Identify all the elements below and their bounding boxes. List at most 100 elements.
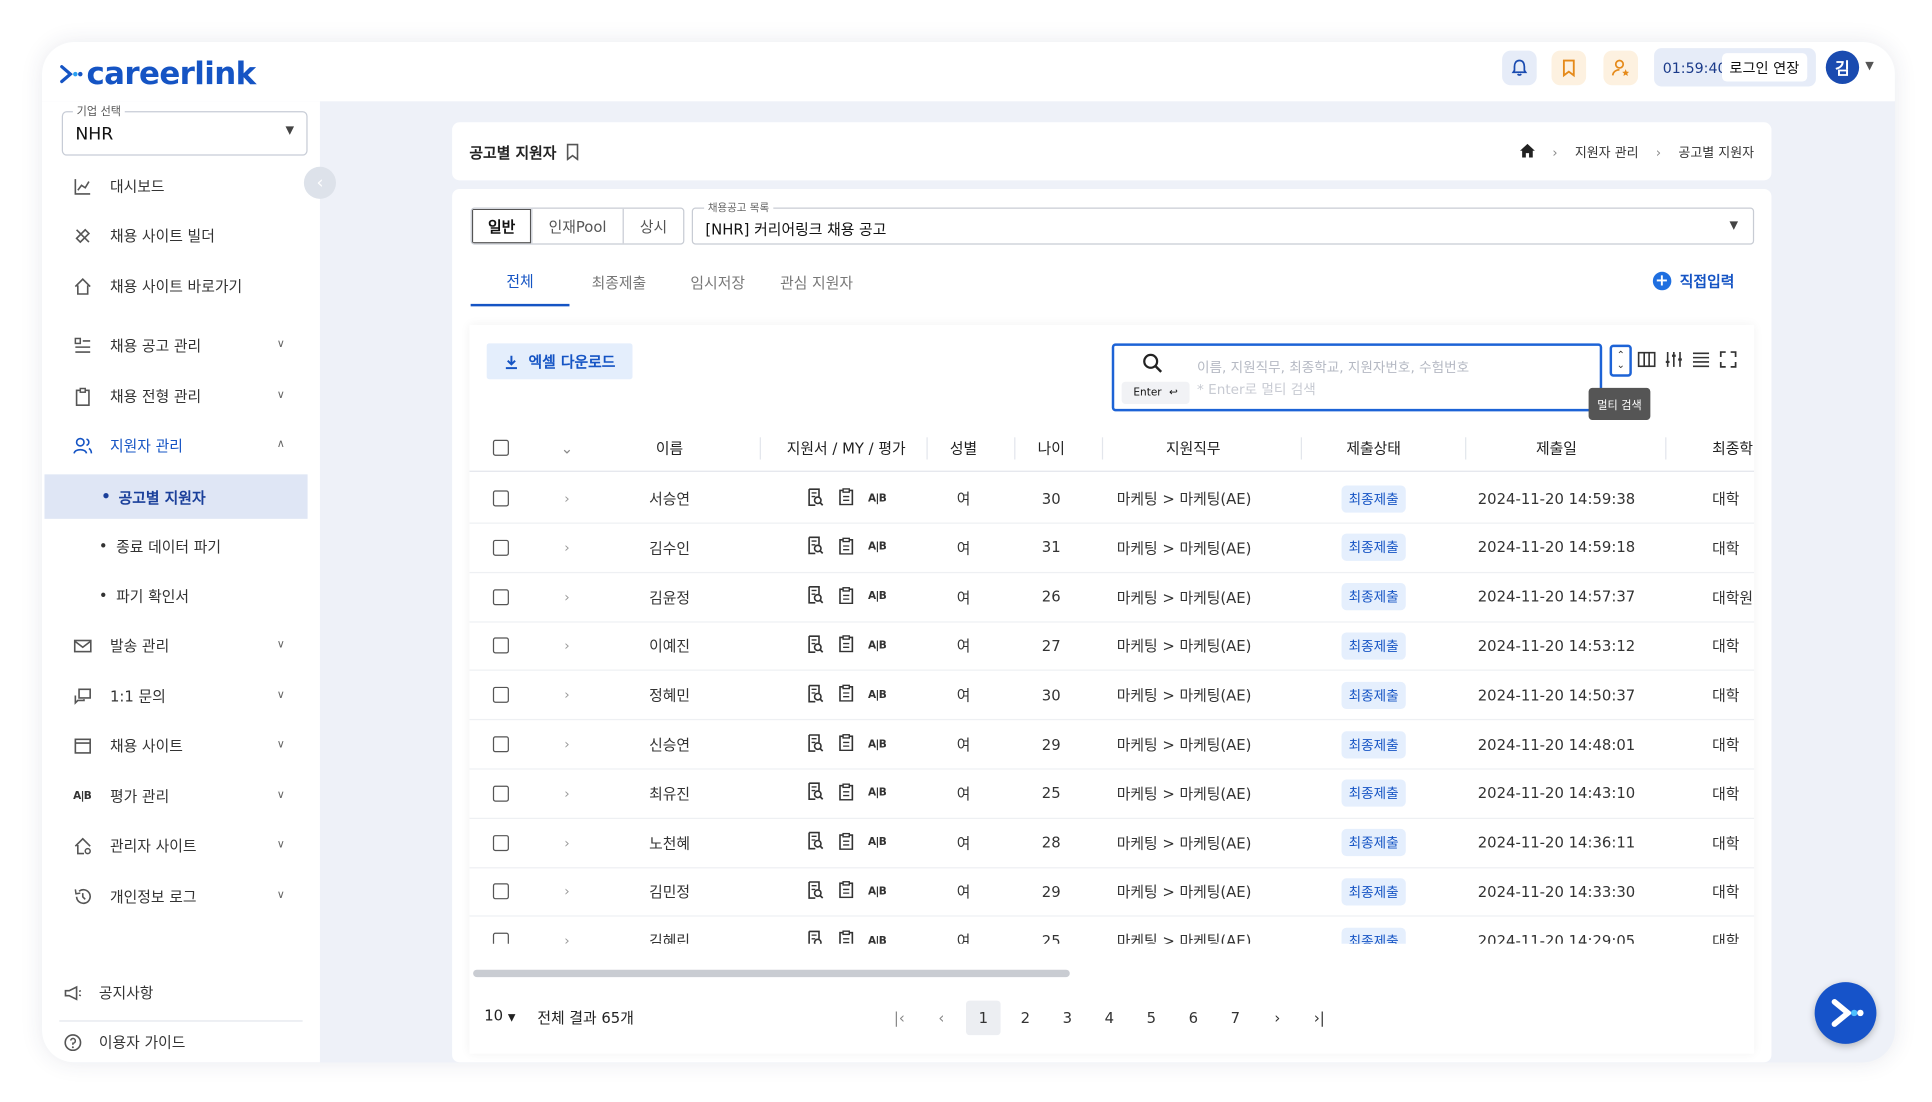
user-star-button[interactable]	[1603, 50, 1639, 86]
select-all-checkbox[interactable]	[484, 425, 516, 471]
row-checkbox[interactable]	[484, 720, 516, 768]
expand-all-icon[interactable]: ⌄	[548, 425, 585, 471]
table-row[interactable]: › 김민정 A|B 여 29 마케팅 > 마케팅(AE) 최종제출 2024-11-20 14…	[469, 868, 1755, 918]
applicant-name[interactable]: 서승연	[608, 474, 732, 522]
evaluation-ab-icon[interactable]: A|B	[868, 640, 887, 652]
chevron-right-icon[interactable]: ›	[548, 622, 585, 670]
tab-all[interactable]: 전체	[470, 258, 570, 307]
avatar-caret-icon[interactable]: ▼	[1865, 61, 1874, 73]
sidebar-item-applicants[interactable]: 지원자 관리 ∧	[42, 422, 308, 466]
resume-view-icon[interactable]	[806, 930, 823, 944]
fullscreen-icon[interactable]	[1718, 350, 1738, 375]
col-name[interactable]: 이름	[608, 425, 732, 471]
applicant-name[interactable]: 최유진	[608, 769, 732, 817]
table-row[interactable]: › 신승연 A|B 여 29 마케팅 > 마케팅(AE) 최종제출 2024-11-20 14…	[469, 720, 1755, 770]
table-row[interactable]: › 최유진 A|B 여 25 마케팅 > 마케팅(AE) 최종제출 2024-11-20 14…	[469, 769, 1755, 819]
breadcrumb-item[interactable]: 공고별 지원자	[1678, 143, 1754, 162]
table-row[interactable]: › 정혜민 A|B 여 30 마케팅 > 마케팅(AE) 최종제출 2024-11-20 14…	[469, 671, 1755, 721]
page-button[interactable]: 7	[1218, 1001, 1253, 1036]
notification-button[interactable]	[1502, 50, 1537, 86]
evaluation-ab-icon[interactable]: A|B	[868, 738, 887, 750]
sidebar-subitem-expired-data[interactable]: • 종료 데이터 파기	[42, 524, 308, 568]
evaluation-ab-icon[interactable]: A|B	[868, 787, 887, 799]
prev-page-icon[interactable]: ‹	[924, 1001, 959, 1036]
home-icon[interactable]	[1519, 143, 1535, 162]
first-page-icon[interactable]: |‹	[882, 1001, 917, 1036]
multi-search-box[interactable]: Enter ↩ 이름, 지원직무, 최종학교, 지원자번호, 수험번호 * Ent…	[1111, 343, 1603, 412]
evaluation-ab-icon[interactable]: A|B	[868, 591, 887, 603]
sidebar-item-job-posting[interactable]: 채용 공고 관리 ∨	[42, 322, 308, 366]
chevron-right-icon[interactable]: ›	[548, 868, 585, 916]
resume-view-icon[interactable]	[806, 831, 823, 853]
col-docs[interactable]: 지원서 / MY / 평가	[766, 425, 927, 471]
segment-talent-pool[interactable]: 인재Pool	[531, 208, 622, 244]
page-button[interactable]: 1	[966, 1000, 1001, 1036]
my-clipboard-icon[interactable]	[838, 881, 853, 902]
page-button[interactable]: 4	[1092, 1001, 1127, 1036]
multi-search-toggle-button[interactable]: ⌃ ⌄	[1609, 344, 1632, 377]
sidebar-item-inquiry[interactable]: 1:1 문의 ∨	[42, 673, 308, 717]
row-checkbox[interactable]	[484, 819, 516, 867]
page-button[interactable]: 6	[1176, 1001, 1211, 1036]
breadcrumb-item[interactable]: 지원자 관리	[1575, 143, 1639, 162]
chevron-right-icon[interactable]: ›	[548, 524, 585, 572]
extend-login-button[interactable]: 로그인 연장	[1722, 53, 1807, 82]
row-checkbox[interactable]	[484, 474, 516, 522]
evaluation-ab-icon[interactable]: A|B	[868, 492, 887, 504]
applicant-name[interactable]: 김민정	[608, 868, 732, 916]
col-gender[interactable]: 성별	[931, 425, 995, 471]
bookmark-page-icon[interactable]	[566, 142, 580, 165]
chevron-right-icon[interactable]: ›	[548, 917, 585, 944]
col-date[interactable]: 제출일	[1470, 425, 1643, 471]
chevron-right-icon[interactable]: ›	[548, 474, 585, 522]
sidebar-item-mailing[interactable]: 발송 관리 ∨	[42, 623, 308, 667]
chevron-right-icon[interactable]: ›	[548, 573, 585, 621]
my-clipboard-icon[interactable]	[838, 930, 853, 944]
col-job[interactable]: 지원직무	[1107, 425, 1280, 471]
col-age[interactable]: 나이	[1020, 425, 1082, 471]
table-row[interactable]: › 서승연 A|B 여 30 마케팅 > 마케팅(AE) 최종제출 2024-11-20 14…	[469, 474, 1755, 524]
last-page-icon[interactable]: ›|	[1302, 1001, 1337, 1036]
row-checkbox[interactable]	[484, 622, 516, 670]
sidebar-item-evaluation[interactable]: A|B 평가 관리 ∨	[42, 773, 308, 817]
my-clipboard-icon[interactable]	[838, 488, 853, 509]
excel-download-button[interactable]: 엑셀 다운로드	[486, 343, 633, 380]
resume-view-icon[interactable]	[806, 586, 823, 608]
segment-general[interactable]: 일반	[472, 209, 531, 244]
sidebar-item-site-link[interactable]: 채용 사이트 바로가기	[42, 263, 308, 307]
sidebar-item-admin-site[interactable]: 관리자 사이트 ∨	[42, 823, 308, 867]
job-posting-select[interactable]: 채용공고 목록 [NHR] 커리어링크 채용 공고 ▼	[691, 200, 1755, 245]
applicant-name[interactable]: 김수인	[608, 524, 732, 572]
page-button[interactable]: 5	[1134, 1001, 1169, 1036]
density-icon[interactable]	[1691, 350, 1711, 375]
chevron-right-icon[interactable]: ›	[548, 671, 585, 719]
applicant-name[interactable]: 정혜민	[608, 671, 732, 719]
evaluation-ab-icon[interactable]: A|B	[868, 541, 887, 553]
resume-view-icon[interactable]	[806, 487, 823, 509]
bookmark-button[interactable]	[1551, 50, 1587, 86]
resume-view-icon[interactable]	[806, 881, 823, 903]
tab-final[interactable]: 최종제출	[569, 258, 668, 306]
resume-view-icon[interactable]	[806, 733, 823, 755]
search-input[interactable]: 이름, 지원직무, 최종학교, 지원자번호, 수험번호	[1197, 357, 1469, 377]
chat-fab-button[interactable]	[1814, 982, 1877, 1044]
sidebar-item-dashboard[interactable]: 대시보드	[42, 163, 308, 207]
applicant-name[interactable]: 이예진	[608, 622, 732, 670]
col-status[interactable]: 제출상태	[1304, 425, 1442, 471]
sidebar-item-site-builder[interactable]: 채용 사이트 빌더	[42, 212, 308, 256]
my-clipboard-icon[interactable]	[838, 586, 853, 607]
table-row[interactable]: › 김혜린 A|B 여 25 마케팅 > 마케팅(AE) 최종제출 2024-11-20 14…	[469, 917, 1754, 944]
horizontal-scrollbar[interactable]	[473, 969, 1070, 978]
applicant-name[interactable]: 노천혜	[608, 819, 732, 867]
col-school[interactable]: 최종학	[1670, 425, 1754, 471]
row-checkbox[interactable]	[484, 671, 516, 719]
sidebar-subitem-destruction-cert[interactable]: • 파기 확인서	[42, 573, 308, 617]
row-checkbox[interactable]	[484, 868, 516, 916]
filter-sliders-icon[interactable]	[1664, 350, 1684, 375]
page-button[interactable]: 3	[1050, 1001, 1085, 1036]
applicant-name[interactable]: 김윤정	[608, 573, 732, 621]
columns-icon[interactable]	[1637, 350, 1657, 375]
segment-always[interactable]: 상시	[622, 208, 684, 244]
my-clipboard-icon[interactable]	[838, 537, 853, 558]
my-clipboard-icon[interactable]	[838, 783, 853, 804]
